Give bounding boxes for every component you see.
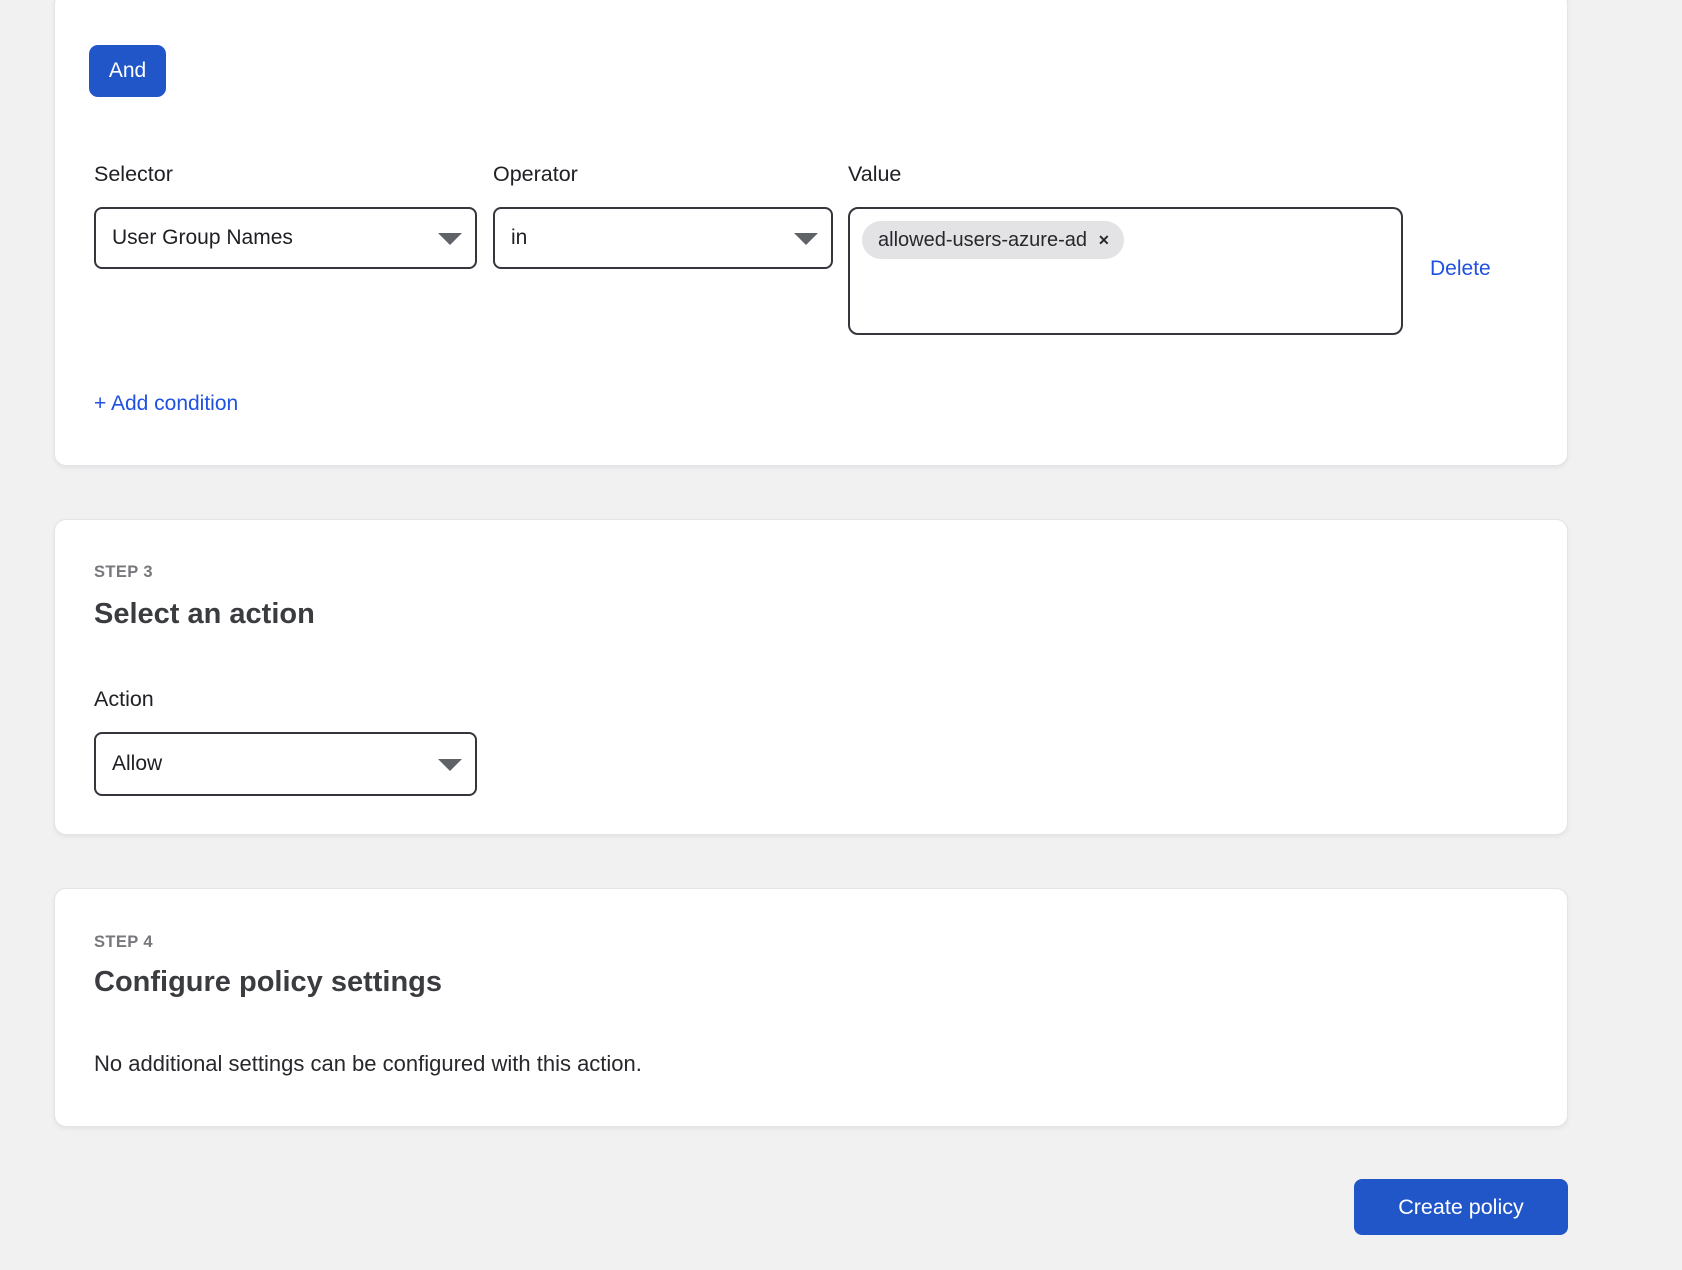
remove-tag-icon[interactable]: ✕ bbox=[1098, 233, 1110, 247]
selector-label: Selector bbox=[94, 161, 173, 187]
step4-title: Configure policy settings bbox=[94, 965, 442, 999]
operator-label: Operator bbox=[493, 161, 578, 187]
chevron-down-icon bbox=[794, 233, 818, 245]
step4-card bbox=[54, 888, 1568, 1127]
action-select[interactable]: Allow bbox=[94, 732, 477, 796]
operator-select[interactable]: in bbox=[493, 207, 833, 269]
step3-label: STEP 3 bbox=[94, 563, 153, 581]
step4-label: STEP 4 bbox=[94, 933, 153, 951]
create-policy-button[interactable]: Create policy bbox=[1354, 1179, 1568, 1235]
selector-select-value: User Group Names bbox=[112, 226, 293, 250]
step3-title: Select an action bbox=[94, 597, 315, 631]
selector-select[interactable]: User Group Names bbox=[94, 207, 477, 269]
step4-description: No additional settings can be configured… bbox=[94, 1050, 642, 1078]
and-button[interactable]: And bbox=[89, 45, 166, 97]
action-label: Action bbox=[94, 686, 154, 712]
chevron-down-icon bbox=[438, 759, 462, 771]
chevron-down-icon bbox=[438, 233, 462, 245]
add-condition-link[interactable]: + Add condition bbox=[94, 391, 238, 417]
value-tag: allowed-users-azure-ad ✕ bbox=[862, 221, 1124, 259]
operator-select-value: in bbox=[511, 226, 527, 250]
value-label: Value bbox=[848, 161, 901, 187]
value-tag-text: allowed-users-azure-ad bbox=[878, 229, 1087, 252]
delete-condition-link[interactable]: Delete bbox=[1430, 256, 1491, 282]
action-select-value: Allow bbox=[112, 752, 162, 776]
value-multiselect-input[interactable]: allowed-users-azure-ad ✕ bbox=[848, 207, 1403, 335]
